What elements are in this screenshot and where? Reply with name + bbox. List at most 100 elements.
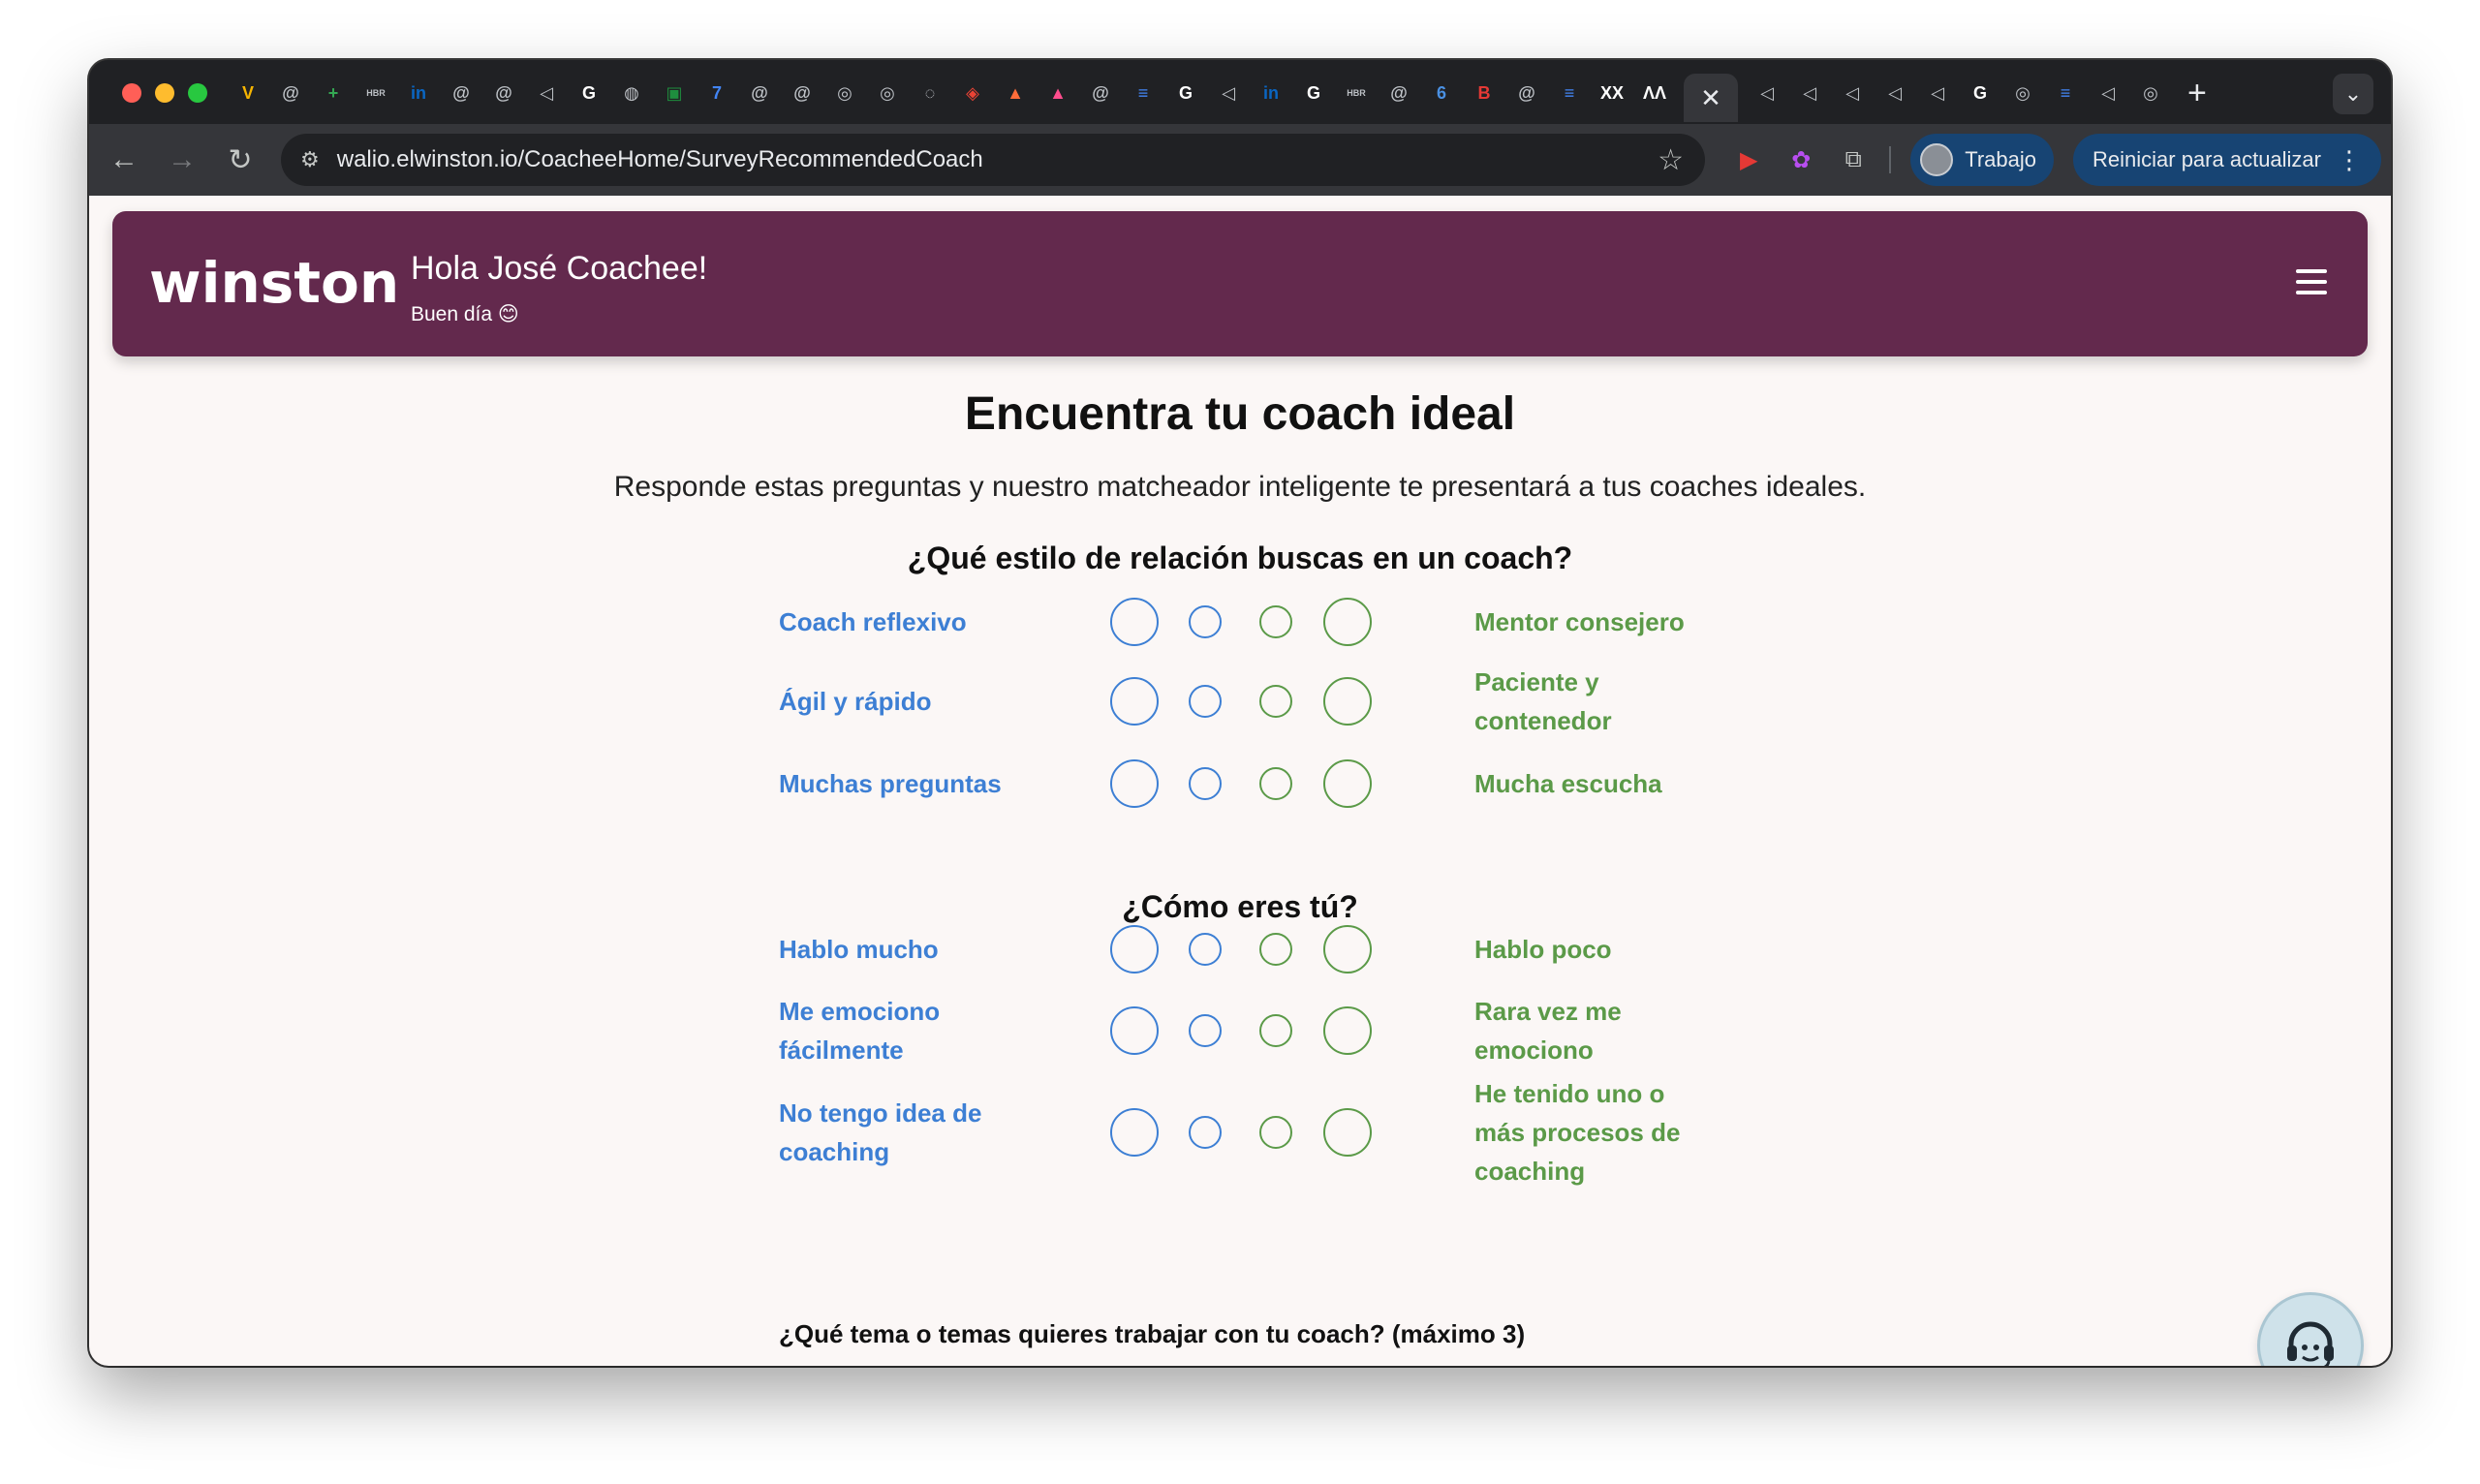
radio-option-4[interactable] <box>1323 1006 1372 1055</box>
subgreeting: Buen día 😊 <box>411 303 519 325</box>
tab-favicon-31[interactable]: ≡ <box>1556 79 1583 107</box>
tab-favicon-27[interactable]: @ <box>1385 79 1412 107</box>
radio-option-2[interactable] <box>1189 1116 1222 1149</box>
tab-favicon-12[interactable]: @ <box>746 79 773 107</box>
tab-favicon-after-6[interactable]: ◎ <box>2009 79 2036 107</box>
purple-extension-icon[interactable]: ✿ <box>1784 143 1817 176</box>
tab-favicon-32[interactable]: XX <box>1598 79 1626 107</box>
tab-favicon-21[interactable]: ≡ <box>1130 79 1157 107</box>
active-tab-close-icon[interactable]: ✕ <box>1684 74 1738 122</box>
tab-favicon-18[interactable]: ▲ <box>1002 79 1029 107</box>
tab-favicon-22[interactable]: G <box>1172 79 1199 107</box>
close-window-button[interactable] <box>122 83 141 103</box>
back-icon[interactable]: ← <box>95 143 153 176</box>
radio-option-3[interactable] <box>1259 1116 1292 1149</box>
radio-option-2[interactable] <box>1189 767 1222 800</box>
tab-favicon-28[interactable]: 6 <box>1428 79 1455 107</box>
more-menu-icon[interactable]: ⋮ <box>2337 145 2362 175</box>
tab-favicon-6[interactable]: @ <box>490 79 517 107</box>
video-extension-icon[interactable]: ▶ <box>1732 143 1765 176</box>
scale-row: Coach reflexivo Mentor consejero <box>779 583 1844 661</box>
radio-option-1[interactable] <box>1110 677 1159 726</box>
site-settings-icon[interactable]: ⚙ <box>300 147 320 172</box>
winston-logo[interactable]: winston <box>149 250 399 316</box>
browser-window: V @ + HBR in @ @ ◁ G ◍ ▣ 7 @ @ ◎ ◎ ◌ ◈ ▲ ▲ @ ≡ G ◁ in G HBR @6 B @ ≡ XX… <box>89 60 2391 1366</box>
minimize-window-button[interactable] <box>155 83 174 103</box>
address-bar[interactable]: ⚙ walio.elwinston.io/CoacheeHome/SurveyR… <box>281 134 1705 186</box>
maximize-window-button[interactable] <box>188 83 207 103</box>
tab-favicon-2[interactable]: + <box>320 79 347 107</box>
tab-favicon-after-0[interactable]: ◁ <box>1753 79 1781 107</box>
tab-favicon-after-4[interactable]: ◁ <box>1924 79 1951 107</box>
radio-option-4[interactable] <box>1323 1108 1372 1157</box>
tab-favicon-19[interactable]: ▲ <box>1044 79 1071 107</box>
tab-favicon-9[interactable]: ◍ <box>618 79 645 107</box>
tab-favicon-30[interactable]: @ <box>1513 79 1540 107</box>
tab-favicon-after-9[interactable]: ◎ <box>2137 79 2164 107</box>
tab-favicon-after-5[interactable]: G <box>1967 79 1994 107</box>
update-button[interactable]: Reiniciar para actualizar ⋮ <box>2073 134 2381 186</box>
tab-favicon-3[interactable]: HBR <box>362 79 389 107</box>
tab-favicon-after-1[interactable]: ◁ <box>1796 79 1823 107</box>
tab-search-icon[interactable]: ⌄ <box>2333 74 2373 114</box>
tab-favicon-4[interactable]: in <box>405 79 432 107</box>
tab-favicon-10[interactable]: ▣ <box>661 79 688 107</box>
tab-favicon-26[interactable]: HBR <box>1343 79 1370 107</box>
section-title-0: ¿Qué estilo de relación buscas en un coa… <box>907 541 1573 575</box>
scale-right-label: Hablo poco <box>1474 935 1612 964</box>
scale-right-label: Mucha escucha <box>1474 769 1662 798</box>
radio-option-1[interactable] <box>1110 598 1159 646</box>
forward-icon[interactable]: → <box>153 143 211 176</box>
radio-option-2[interactable] <box>1189 605 1222 638</box>
tab-favicon-11[interactable]: 7 <box>703 79 730 107</box>
tab-favicon-33[interactable]: ɅɅ <box>1641 79 1668 107</box>
profile-button[interactable]: Trabajo <box>1910 134 2054 186</box>
bookmark-star-icon[interactable]: ☆ <box>1658 143 1684 177</box>
support-chat-button[interactable] <box>2257 1292 2364 1366</box>
radio-option-2[interactable] <box>1189 933 1222 966</box>
radio-option-4[interactable] <box>1323 759 1372 808</box>
radio-option-3[interactable] <box>1259 685 1292 718</box>
menu-icon[interactable] <box>2296 269 2327 301</box>
tab-favicon-5[interactable]: @ <box>448 79 475 107</box>
radio-option-1[interactable] <box>1110 925 1159 974</box>
tab-favicon-7[interactable]: ◁ <box>533 79 560 107</box>
tab-favicon-15[interactable]: ◎ <box>874 79 901 107</box>
radio-option-3[interactable] <box>1259 933 1292 966</box>
tab-favicon-16[interactable]: ◌ <box>916 79 944 107</box>
tab-favicon-13[interactable]: @ <box>789 79 816 107</box>
reload-icon[interactable]: ↻ <box>211 143 269 177</box>
tab-favicon-20[interactable]: @ <box>1087 79 1114 107</box>
tab-favicon-1[interactable]: @ <box>277 79 304 107</box>
radio-option-3[interactable] <box>1259 605 1292 638</box>
radio-option-4[interactable] <box>1323 677 1372 726</box>
tab-favicon-after-3[interactable]: ◁ <box>1881 79 1908 107</box>
radio-option-1[interactable] <box>1110 1006 1159 1055</box>
radio-option-2[interactable] <box>1189 1014 1222 1047</box>
radio-option-3[interactable] <box>1259 1014 1292 1047</box>
extensions-puzzle-icon[interactable]: ⧉ <box>1837 143 1870 176</box>
tab-favicon-8[interactable]: G <box>575 79 603 107</box>
scale-right-label: Rara vez me emociono <box>1474 997 1622 1065</box>
radio-option-4[interactable] <box>1323 598 1372 646</box>
tab-favicon-17[interactable]: ◈ <box>959 79 986 107</box>
tab-favicon-after-7[interactable]: ≡ <box>2052 79 2079 107</box>
radio-option-2[interactable] <box>1189 685 1222 718</box>
scale-left-label: Muchas preguntas <box>779 769 1002 798</box>
tab-favicon-0[interactable]: V <box>234 79 262 107</box>
radio-option-4[interactable] <box>1323 925 1372 974</box>
tab-favicon-after-2[interactable]: ◁ <box>1839 79 1866 107</box>
radio-option-3[interactable] <box>1259 767 1292 800</box>
radio-option-1[interactable] <box>1110 759 1159 808</box>
tab-favicon-29[interactable]: B <box>1471 79 1498 107</box>
tab-favicon-14[interactable]: ◎ <box>831 79 858 107</box>
tab-favicon-25[interactable]: G <box>1300 79 1327 107</box>
scale-left-label: Hablo mucho <box>779 935 939 964</box>
new-tab-icon[interactable]: + <box>2187 75 2207 112</box>
scale-row: Me emociono fácilmente Rara vez me emocio… <box>779 992 1844 1069</box>
tab-favicon-after-8[interactable]: ◁ <box>2094 79 2122 107</box>
tab-favicon-24[interactable]: in <box>1257 79 1285 107</box>
tab-favicon-23[interactable]: ◁ <box>1215 79 1242 107</box>
radio-option-1[interactable] <box>1110 1108 1159 1157</box>
scale-left-label: Coach reflexivo <box>779 607 967 636</box>
